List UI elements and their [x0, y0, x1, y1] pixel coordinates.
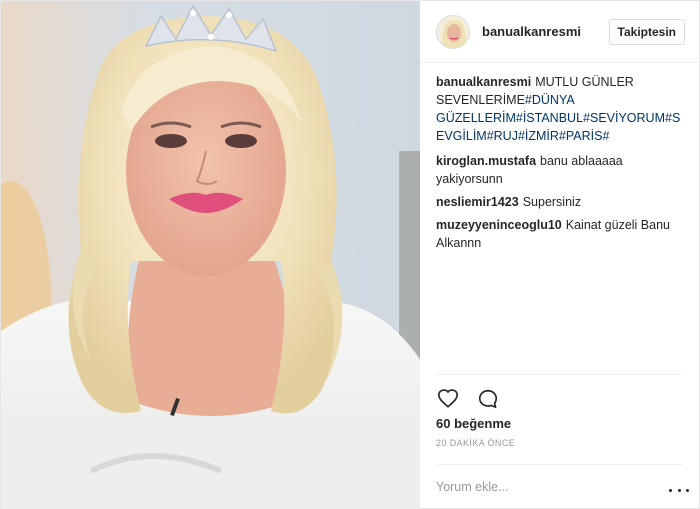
like-button[interactable] — [436, 387, 460, 411]
post-time[interactable]: 20 DAKİKA ÖNCE — [420, 434, 699, 458]
comment-icon — [478, 389, 498, 408]
comment-username[interactable]: nesliemir1423 — [436, 195, 519, 209]
comment-button[interactable] — [476, 387, 500, 411]
avatar-image — [437, 15, 469, 48]
likes-count[interactable]: 60 beğenme — [420, 414, 699, 434]
comment-item: kiroglan.mustafa banu ablaaaaa yakiyorsun… — [436, 152, 683, 188]
dot — [677, 488, 681, 492]
dot — [669, 488, 672, 492]
dot — [686, 488, 689, 492]
comment-item: nesliemir1423 Supersiniz — [436, 193, 683, 211]
post-sidebar: banualkanresmi Takiptesin banualkanresmi… — [420, 1, 699, 508]
post-header: banualkanresmi Takiptesin — [420, 1, 699, 63]
comment-input[interactable] — [436, 479, 683, 494]
portrait-image — [1, 1, 420, 509]
follow-button[interactable]: Takiptesin — [608, 18, 685, 45]
comment-text: Supersiniz — [522, 195, 582, 209]
post-photo[interactable] — [1, 1, 420, 509]
more-options-icon[interactable] — [669, 486, 689, 494]
heart-icon — [438, 388, 458, 408]
caption-username[interactable]: banualkanresmi — [436, 75, 531, 89]
comment-item: muzeyyeninceoglu10 Kainat güzeli Banu Alk… — [436, 216, 683, 252]
header-username[interactable]: banualkanresmi — [482, 24, 609, 39]
add-comment-bar — [436, 464, 683, 508]
caption: banualkanresmi MUTLU GÜNLER SEVENLERİME#D… — [436, 73, 683, 145]
action-bar — [436, 374, 683, 414]
avatar[interactable] — [436, 14, 470, 49]
comment-username[interactable]: muzeyyeninceoglu10 — [436, 218, 562, 232]
comments-list: banualkanresmi MUTLU GÜNLER SEVENLERİME#D… — [420, 63, 699, 374]
instagram-post: banualkanresmi Takiptesin banualkanresmi… — [0, 0, 700, 509]
comment-username[interactable]: kiroglan.mustafa — [436, 154, 536, 168]
